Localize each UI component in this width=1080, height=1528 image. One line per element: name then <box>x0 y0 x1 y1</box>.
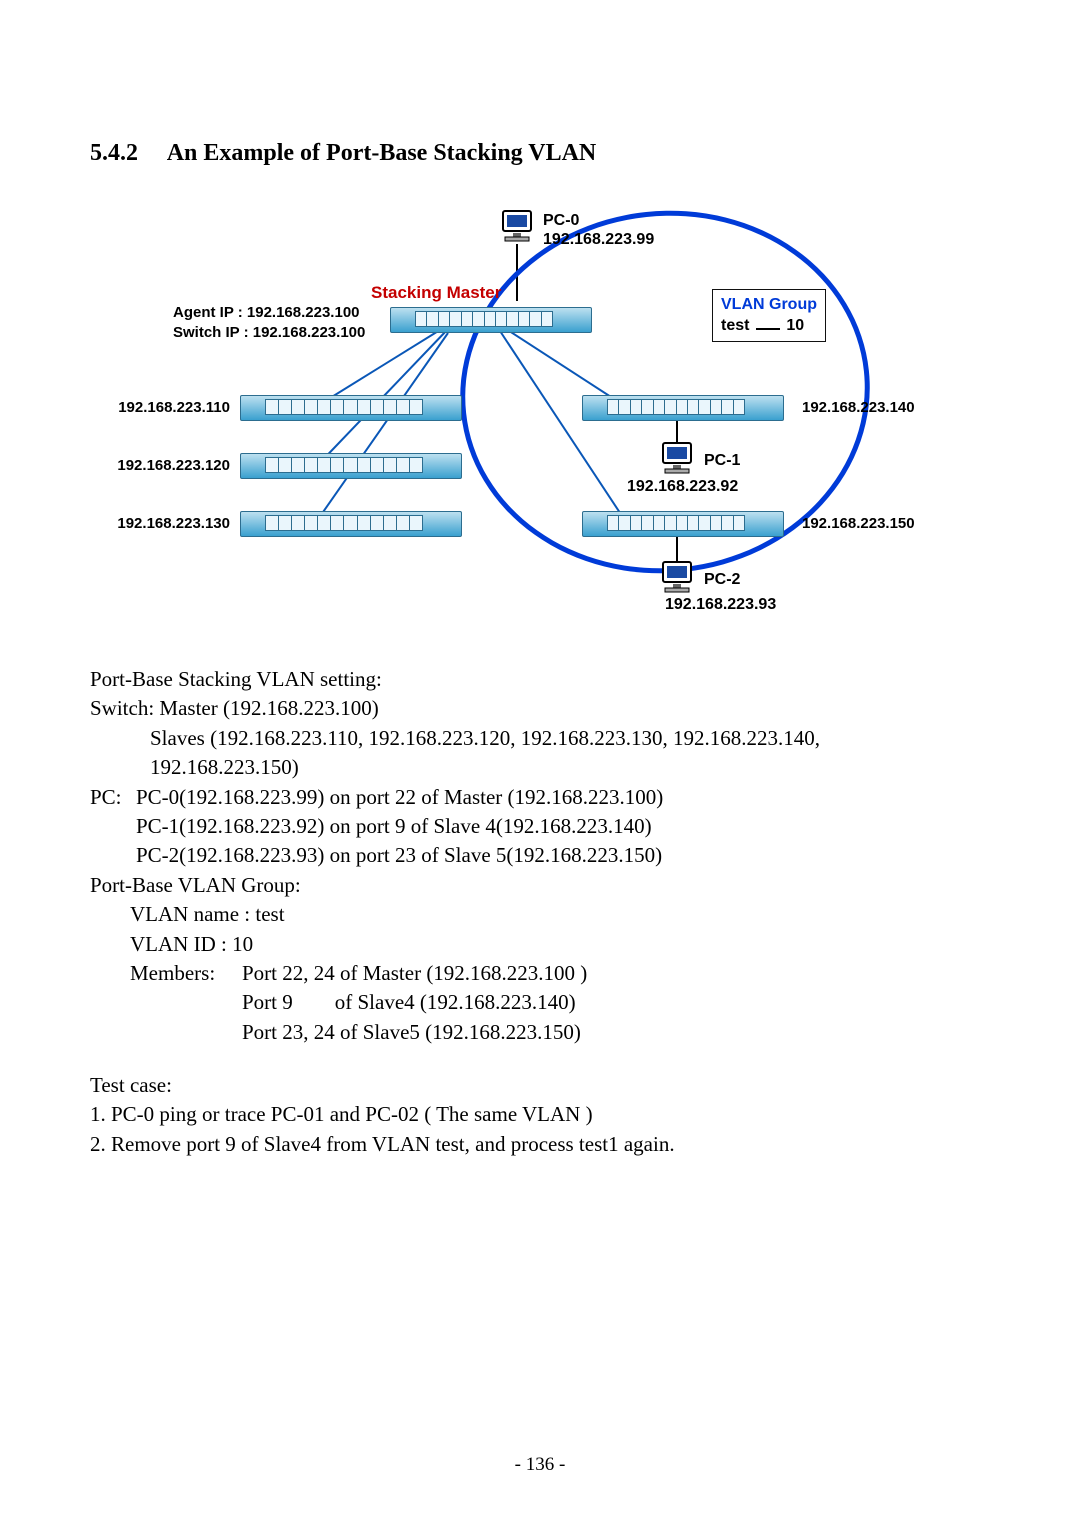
heading-title: An Example of Port-Base Stacking VLAN <box>167 140 597 166</box>
pc1-label: PC-1 <box>704 451 740 470</box>
vlan-id-line: VLAN ID : 10 <box>130 930 990 959</box>
pc1-name: PC-1 <box>704 451 740 470</box>
slave4-ip: 192.168.223.140 <box>802 399 915 416</box>
switch-master-line: Switch: Master (192.168.223.100) <box>90 694 990 723</box>
members-label: Members: <box>130 959 242 988</box>
switch-ip: Switch IP : 192.168.223.100 <box>173 323 365 343</box>
test-case-title: Test case: <box>90 1071 990 1100</box>
switch-slave3 <box>240 511 462 537</box>
switch-slave4 <box>582 395 784 421</box>
pc-icon-2 <box>659 560 695 596</box>
slave1-ip: 192.168.223.110 <box>70 399 230 416</box>
pc2-label: PC-2 <box>704 570 740 589</box>
section-heading: 5.4.2 An Example of Port-Base Stacking V… <box>90 140 990 167</box>
vlan-group-box: VLAN Group test 10 <box>712 289 826 342</box>
members-line1: Port 22, 24 of Master (192.168.223.100 ) <box>242 959 587 988</box>
test-case-item2: 2. Remove port 9 of Slave4 from VLAN tes… <box>90 1130 990 1159</box>
slave5-ip: 192.168.223.150 <box>802 515 915 532</box>
switch-slave5 <box>582 511 784 537</box>
pc1-line: PC-1(192.168.223.92) on port 9 of Slave … <box>136 812 652 841</box>
pc0-name: PC-0 <box>543 211 654 230</box>
vlan-box-title: VLAN Group <box>721 295 817 316</box>
pc0-ip: 192.168.223.99 <box>543 230 654 249</box>
agent-switch-ip-label: Agent IP : 192.168.223.100 Switch IP : 1… <box>173 303 365 342</box>
members-line3: Port 23, 24 of Slave5 (192.168.223.150) <box>242 1018 581 1047</box>
agent-ip: Agent IP : 192.168.223.100 <box>173 303 365 323</box>
pc-icon-1 <box>659 441 695 477</box>
switch-master <box>390 307 592 333</box>
slaves-line1: Slaves (192.168.223.110, 192.168.223.120… <box>150 724 990 753</box>
pc2-ip: 192.168.223.93 <box>665 595 776 614</box>
switch-slave1 <box>240 395 462 421</box>
slave2-ip: 192.168.223.120 <box>70 457 230 474</box>
members-line2: Port 9 of Slave4 (192.168.223.140) <box>242 988 576 1017</box>
vlan-box-id: 10 <box>786 317 804 334</box>
pc2-line: PC-2(192.168.223.93) on port 23 of Slave… <box>136 841 662 870</box>
pc0-label: PC-0 192.168.223.99 <box>543 211 654 249</box>
pc2-name: PC-2 <box>704 570 740 589</box>
slaves-line2: 192.168.223.150) <box>150 753 990 782</box>
settings-text-block: Port-Base Stacking VLAN setting: Switch:… <box>90 665 990 1159</box>
vlan-name-line: VLAN name : test <box>130 900 990 929</box>
test-case-item1: 1. PC-0 ping or trace PC-01 and PC-02 ( … <box>90 1100 990 1129</box>
switch-slave2 <box>240 453 462 479</box>
pc1-ip: 192.168.223.92 <box>627 477 738 496</box>
slave3-ip: 192.168.223.130 <box>70 515 230 532</box>
stacking-master-label: Stacking Master <box>371 283 501 303</box>
heading-number: 5.4.2 <box>90 140 138 167</box>
pc-icon-0 <box>499 209 535 245</box>
network-diagram: PC-0 192.168.223.99 Stacking Master Agen… <box>110 195 970 625</box>
page-number: - 136 - <box>0 1454 1080 1476</box>
pc-prefix: PC: <box>90 783 136 812</box>
pc0-line: PC-0(192.168.223.99) on port 22 of Maste… <box>136 783 663 812</box>
setting-title: Port-Base Stacking VLAN setting: <box>90 665 990 694</box>
vlan-group-title: Port-Base VLAN Group: <box>90 871 990 900</box>
vlan-box-name: test <box>721 317 749 334</box>
